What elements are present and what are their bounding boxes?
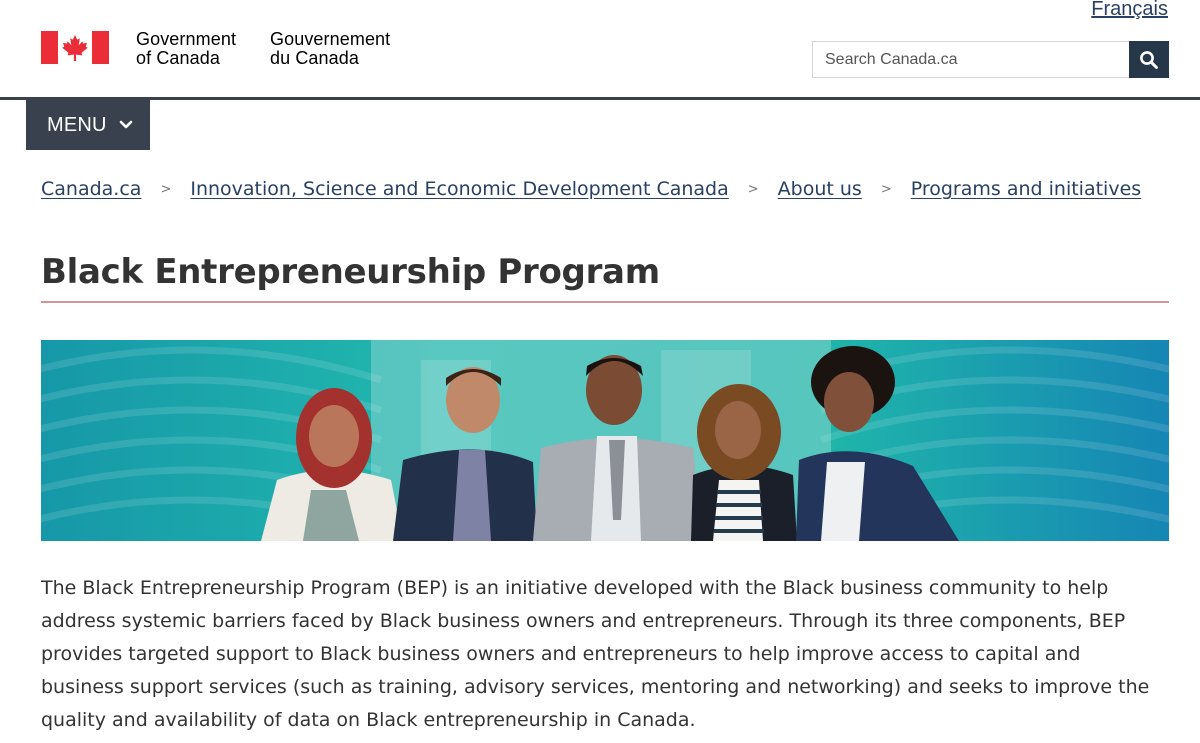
fip-french[interactable]: Gouvernement du Canada <box>270 30 390 68</box>
breadcrumb-separator: > <box>747 181 759 197</box>
search-form <box>812 41 1169 78</box>
menu-label: MENU <box>47 113 107 136</box>
menu-button[interactable]: MENU <box>26 100 150 150</box>
canada-flag-icon[interactable] <box>41 31 109 64</box>
breadcrumb-ised[interactable]: Innovation, Science and Economic Develop… <box>190 178 728 200</box>
breadcrumb-about-us[interactable]: About us <box>778 178 862 200</box>
intro-paragraph: The Black Entrepreneurship Program (BEP)… <box>41 577 1150 731</box>
fip-en-line2: of Canada <box>136 48 220 68</box>
breadcrumb-canada[interactable]: Canada.ca <box>41 178 141 200</box>
fip-fr-line2: du Canada <box>270 48 359 68</box>
breadcrumb-separator: > <box>160 181 172 197</box>
search-input[interactable] <box>812 41 1129 78</box>
search-icon <box>1140 50 1158 69</box>
banner-image <box>41 340 1169 541</box>
site-header: Government of Canada Gouvernement du Can… <box>0 0 1200 100</box>
breadcrumb-programs[interactable]: Programs and initiatives <box>911 178 1141 200</box>
fip-fr-line1: Gouvernement <box>270 29 391 49</box>
fip-en-line1: Government <box>136 29 237 49</box>
title-underline <box>41 301 1169 303</box>
chevron-down-icon <box>119 120 133 130</box>
page-title: Black Entrepreneurship Program <box>41 252 660 292</box>
fip-english[interactable]: Government of Canada <box>136 30 236 68</box>
banner-illustration <box>41 340 1169 541</box>
breadcrumb-separator: > <box>880 181 892 197</box>
search-button[interactable] <box>1129 41 1169 78</box>
breadcrumb: Canada.ca > Innovation, Science and Econ… <box>41 175 1141 203</box>
